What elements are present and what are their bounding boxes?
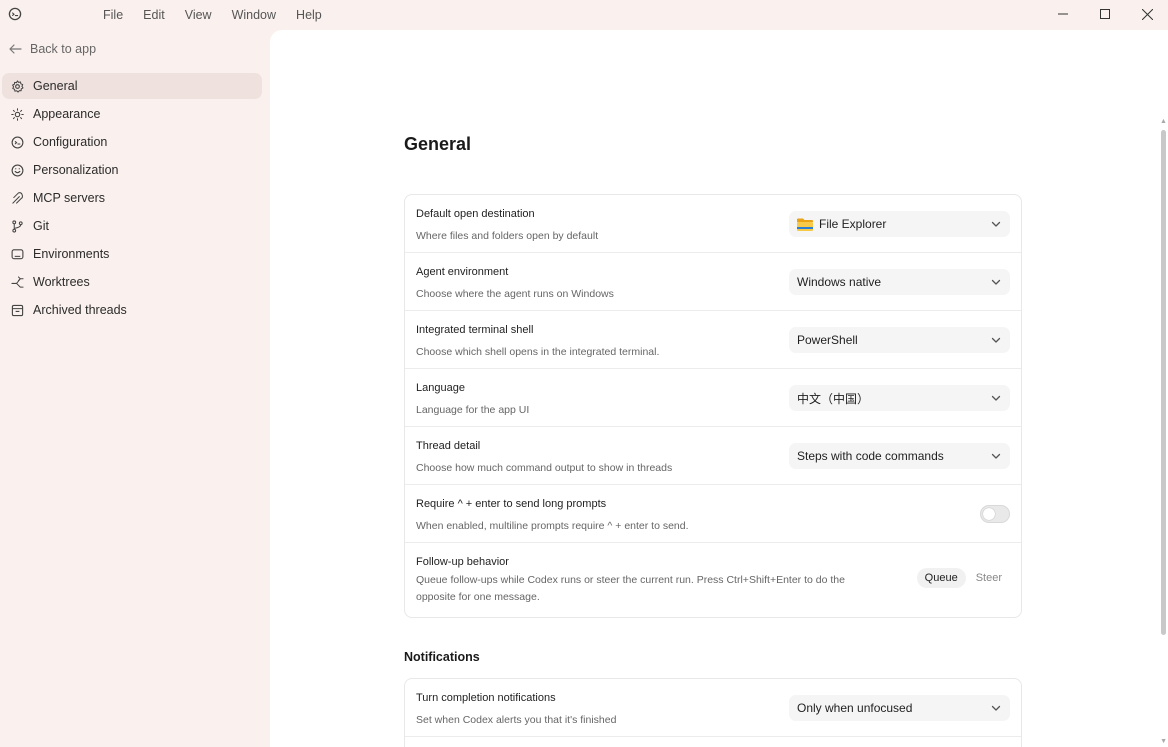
sidebar-item-label: Appearance (33, 107, 101, 121)
select-value: File Explorer (819, 217, 887, 231)
scrollbar-thumb[interactable] (1161, 130, 1166, 635)
sun-icon (10, 107, 24, 121)
chevron-down-icon (991, 337, 1001, 343)
menu-help[interactable]: Help (286, 0, 332, 30)
sidebar-item-label: Archived threads (33, 303, 127, 317)
menu-window[interactable]: Window (222, 0, 286, 30)
agent-environment-select[interactable]: Windows native (789, 269, 1010, 295)
sidebar-item-appearance[interactable]: Appearance (2, 101, 262, 127)
sidebar-item-label: Worktrees (33, 275, 90, 289)
follow-up-segmented-control: Queue Steer (916, 568, 1010, 588)
setting-row-thread-detail: Thread detail Choose how much command ou… (405, 427, 1021, 485)
setting-row-require-enter: Require ^ + enter to send long prompts W… (405, 485, 1021, 543)
general-settings-card: Default open destination Where files and… (404, 194, 1022, 618)
menu-file[interactable]: File (93, 0, 133, 30)
window-controls (1042, 0, 1168, 30)
select-value: Steps with code commands (797, 449, 944, 463)
menu-edit[interactable]: Edit (133, 0, 175, 30)
sidebar-item-mcp-servers[interactable]: MCP servers (2, 185, 262, 211)
terminal-shell-select[interactable]: PowerShell (789, 327, 1010, 353)
sidebar-item-label: Environments (33, 247, 110, 261)
back-to-app-link[interactable]: Back to app (9, 42, 96, 56)
select-value: 中文（中国） (797, 391, 870, 406)
title-bar: File Edit View Window Help (0, 0, 1168, 30)
maximize-button[interactable] (1084, 0, 1126, 28)
sidebar-item-general[interactable]: General (2, 73, 262, 99)
menu-bar: File Edit View Window Help (93, 0, 332, 30)
monitor-icon (10, 247, 24, 261)
scroll-up-arrow-icon[interactable]: ▲ (1160, 118, 1167, 125)
minimize-icon (1058, 13, 1068, 15)
page-title: General (404, 134, 472, 154)
app-logo-icon[interactable] (8, 7, 22, 21)
folder-icon (797, 218, 813, 231)
setting-row-agent-environment: Agent environment Choose where the agent… (405, 253, 1021, 311)
setting-title: Language (416, 382, 465, 394)
menu-view[interactable]: View (175, 0, 222, 30)
setting-title: Default open destination (416, 208, 535, 220)
select-value: PowerShell (797, 333, 858, 347)
setting-title: Agent environment (416, 266, 509, 278)
chevron-down-icon (991, 453, 1001, 459)
sidebar-item-label: Personalization (33, 163, 119, 177)
git-branch-icon (10, 219, 24, 233)
thread-detail-select[interactable]: Steps with code commands (789, 443, 1010, 469)
setting-title: Follow-up behavior (416, 556, 509, 568)
chevron-down-icon (991, 395, 1001, 401)
setting-title: Integrated terminal shell (416, 324, 534, 336)
sidebar-item-label: General (33, 79, 78, 93)
settings-nav: General Appearance Configuration Persona… (2, 73, 262, 325)
sidebar-item-label: Configuration (33, 135, 108, 149)
gear-icon (10, 79, 24, 93)
sidebar-item-label: MCP servers (33, 191, 106, 205)
maximize-icon (1100, 9, 1110, 19)
sidebar-item-environments[interactable]: Environments (2, 241, 262, 267)
vertical-scrollbar[interactable]: ▲ (1159, 118, 1167, 638)
setting-description: Queue follow-ups while Codex runs or ste… (416, 574, 845, 603)
settings-main-panel: General Default open destination Where f… (270, 30, 1168, 747)
scroll-down-arrow-icon[interactable]: ▼ (1160, 738, 1167, 745)
toggle-knob (983, 508, 995, 520)
language-select[interactable]: 中文（中国） (789, 385, 1010, 411)
setting-title: Turn completion notifications (416, 692, 556, 704)
chevron-down-icon (991, 279, 1001, 285)
close-button[interactable] (1126, 0, 1168, 28)
setting-row-turn-completion-notifications: Turn completion notifications Set when C… (405, 679, 1021, 737)
select-value: Windows native (797, 275, 882, 289)
default-open-destination-select[interactable]: File Explorer (789, 211, 1010, 237)
plug-icon (10, 191, 24, 205)
notifications-section-title: Notifications (404, 650, 480, 664)
minimize-button[interactable] (1042, 0, 1084, 28)
chevron-down-icon (991, 221, 1001, 227)
worktree-icon (10, 275, 24, 289)
sidebar-item-git[interactable]: Git (2, 213, 262, 239)
require-enter-toggle[interactable] (980, 505, 1010, 523)
setting-row-language: Language Language for the app UI 中文（中国） (405, 369, 1021, 427)
settings-circle-icon (10, 135, 24, 149)
close-icon (1141, 8, 1153, 20)
turn-completion-notifications-select[interactable]: Only when unfocused (789, 695, 1010, 721)
notifications-card: Turn completion notifications Set when C… (404, 678, 1022, 747)
chevron-down-icon (991, 705, 1001, 711)
setting-title: Require ^ + enter to send long prompts (416, 498, 607, 510)
sidebar: Back to app General Appearance Configura… (0, 30, 270, 747)
archive-icon (10, 303, 24, 317)
sidebar-item-label: Git (33, 219, 49, 233)
steer-option[interactable]: Steer (968, 568, 1010, 588)
select-value: Only when unfocused (797, 701, 913, 715)
arrow-left-icon (9, 44, 22, 54)
setting-row-default-open-destination: Default open destination Where files and… (405, 195, 1021, 253)
smile-icon (10, 163, 24, 177)
setting-row-terminal-shell: Integrated terminal shell Choose which s… (405, 311, 1021, 369)
sidebar-item-personalization[interactable]: Personalization (2, 157, 262, 183)
sidebar-item-archived-threads[interactable]: Archived threads (2, 297, 262, 323)
setting-row-follow-up-behavior: Follow-up behavior Queue follow-ups whil… (405, 543, 1021, 617)
setting-description: When enabled, multiline prompts require … (416, 520, 689, 532)
sidebar-item-configuration[interactable]: Configuration (2, 129, 262, 155)
queue-option[interactable]: Queue (916, 568, 966, 588)
back-to-app-label: Back to app (30, 42, 97, 56)
setting-title: Thread detail (416, 440, 481, 452)
sidebar-item-worktrees[interactable]: Worktrees (2, 269, 262, 295)
